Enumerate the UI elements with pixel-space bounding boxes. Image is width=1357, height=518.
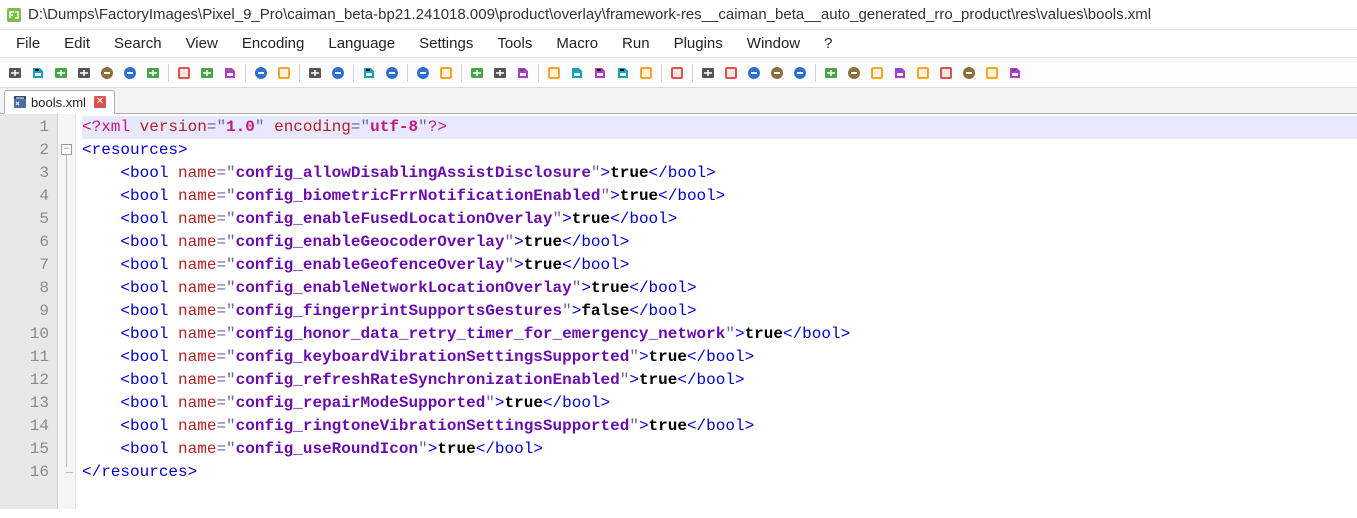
menu-settings[interactable]: Settings	[407, 32, 485, 55]
fold-toggle[interactable]: −	[61, 144, 72, 155]
tab-bools-xml[interactable]: bools.xml ✕	[4, 90, 115, 114]
paste-icon[interactable]	[219, 62, 241, 84]
play-icon[interactable]	[743, 62, 765, 84]
code-line: <bool name="config_enableGeocoderOverlay…	[82, 231, 1357, 254]
code-line: <bool name="config_enableFusedLocationOv…	[82, 208, 1357, 231]
redo-icon[interactable]	[273, 62, 295, 84]
toolbar-separator	[815, 64, 816, 82]
lang-udl-icon[interactable]	[543, 62, 565, 84]
code-line	[82, 484, 1357, 507]
menu-view[interactable]: View	[174, 32, 230, 55]
code-line: <bool name="config_refreshRateSynchroniz…	[82, 369, 1357, 392]
sync-h-icon[interactable]	[435, 62, 457, 84]
menu-[interactable]: ?	[812, 32, 844, 55]
code-line: <bool name="config_honor_data_retry_time…	[82, 323, 1357, 346]
outdent-icon[interactable]	[820, 62, 842, 84]
toolbar-separator	[245, 64, 246, 82]
toolbar-separator	[299, 64, 300, 82]
play-multi-icon[interactable]	[766, 62, 788, 84]
code-line: <bool name="config_useRoundIcon">true</b…	[82, 438, 1357, 461]
doc-map-icon[interactable]	[566, 62, 588, 84]
code-line: <bool name="config_enableGeofenceOverlay…	[82, 254, 1357, 277]
end-icon[interactable]	[1004, 62, 1026, 84]
save-all-icon[interactable]	[73, 62, 95, 84]
menu-search[interactable]: Search	[102, 32, 174, 55]
zoom-out-icon[interactable]	[381, 62, 403, 84]
fold-end	[66, 472, 73, 473]
toolbar-separator	[168, 64, 169, 82]
menu-file[interactable]: File	[4, 32, 52, 55]
indent-guide-icon[interactable]	[512, 62, 534, 84]
toolbar-separator	[407, 64, 408, 82]
spell-icon[interactable]	[843, 62, 865, 84]
menu-edit[interactable]: Edit	[52, 32, 102, 55]
menu-language[interactable]: Language	[316, 32, 407, 55]
toolbar	[0, 58, 1357, 88]
save-macro-icon[interactable]	[789, 62, 811, 84]
code-line: <bool name="config_ringtoneVibrationSett…	[82, 415, 1357, 438]
file-icon	[13, 95, 27, 109]
save-icon[interactable]	[50, 62, 72, 84]
find-icon[interactable]	[304, 62, 326, 84]
func-list-icon[interactable]	[612, 62, 634, 84]
fold-guide	[66, 155, 67, 467]
code-line: <bool name="config_keyboardVibrationSett…	[82, 346, 1357, 369]
menu-macro[interactable]: Macro	[544, 32, 610, 55]
menu-window[interactable]: Window	[735, 32, 812, 55]
close-all-icon[interactable]	[119, 62, 141, 84]
undo-icon[interactable]	[250, 62, 272, 84]
word-wrap-icon[interactable]	[466, 62, 488, 84]
menu-tools[interactable]: Tools	[485, 32, 544, 55]
menu-bar: FileEditSearchViewEncodingLanguageSettin…	[0, 30, 1357, 58]
toolbar-separator	[661, 64, 662, 82]
code-line: <?xml version="1.0" encoding="utf-8"?>	[82, 116, 1357, 139]
title-bar: D:\Dumps\FactoryImages\Pixel_9_Pro\caima…	[0, 0, 1357, 30]
replace-icon[interactable]	[327, 62, 349, 84]
cut-icon[interactable]	[173, 62, 195, 84]
monitor-icon[interactable]	[666, 62, 688, 84]
tab-close-icon[interactable]: ✕	[94, 96, 106, 108]
app-icon	[6, 7, 22, 23]
stop-icon[interactable]	[720, 62, 742, 84]
code-line: <bool name="config_allowDisablingAssistD…	[82, 162, 1357, 185]
close-icon[interactable]	[96, 62, 118, 84]
new-file-icon[interactable]	[4, 62, 26, 84]
menu-encoding[interactable]: Encoding	[230, 32, 317, 55]
code-line: <bool name="config_fingerprintSupportsGe…	[82, 300, 1357, 323]
toolbar-separator	[353, 64, 354, 82]
fold-column: −	[58, 114, 76, 509]
convert-icon[interactable]	[889, 62, 911, 84]
code-line: <bool name="config_enableNetworkLocation…	[82, 277, 1357, 300]
toolbar-separator	[692, 64, 693, 82]
bookmark-icon[interactable]	[912, 62, 934, 84]
record-icon[interactable]	[697, 62, 719, 84]
code-line: <bool name="config_repairModeSupported">…	[82, 392, 1357, 415]
print-icon[interactable]	[142, 62, 164, 84]
toolbar-separator	[461, 64, 462, 82]
sync-v-icon[interactable]	[412, 62, 434, 84]
doc-list-icon[interactable]	[589, 62, 611, 84]
menu-run[interactable]: Run	[610, 32, 662, 55]
tab-label: bools.xml	[31, 95, 86, 110]
sort-asc-icon[interactable]	[935, 62, 957, 84]
menu-plugins[interactable]: Plugins	[662, 32, 735, 55]
editor[interactable]: 12345678910111213141516 − <?xml version=…	[0, 114, 1357, 509]
toolbar-separator	[538, 64, 539, 82]
tab-bar: bools.xml ✕	[0, 88, 1357, 114]
ruler-icon[interactable]	[866, 62, 888, 84]
copy-icon[interactable]	[196, 62, 218, 84]
zoom-in-icon[interactable]	[358, 62, 380, 84]
code-line: <resources>	[82, 139, 1357, 162]
window-title: D:\Dumps\FactoryImages\Pixel_9_Pro\caima…	[28, 6, 1151, 23]
code-area[interactable]: <?xml version="1.0" encoding="utf-8"?><r…	[76, 114, 1357, 509]
all-chars-icon[interactable]	[489, 62, 511, 84]
line-number-gutter: 12345678910111213141516	[0, 114, 58, 509]
grid-icon[interactable]	[981, 62, 1003, 84]
sort-desc-icon[interactable]	[958, 62, 980, 84]
code-line: </resources>	[82, 461, 1357, 484]
folder-workspace-icon[interactable]	[635, 62, 657, 84]
open-file-icon[interactable]	[27, 62, 49, 84]
code-line: <bool name="config_biometricFrrNotificat…	[82, 185, 1357, 208]
